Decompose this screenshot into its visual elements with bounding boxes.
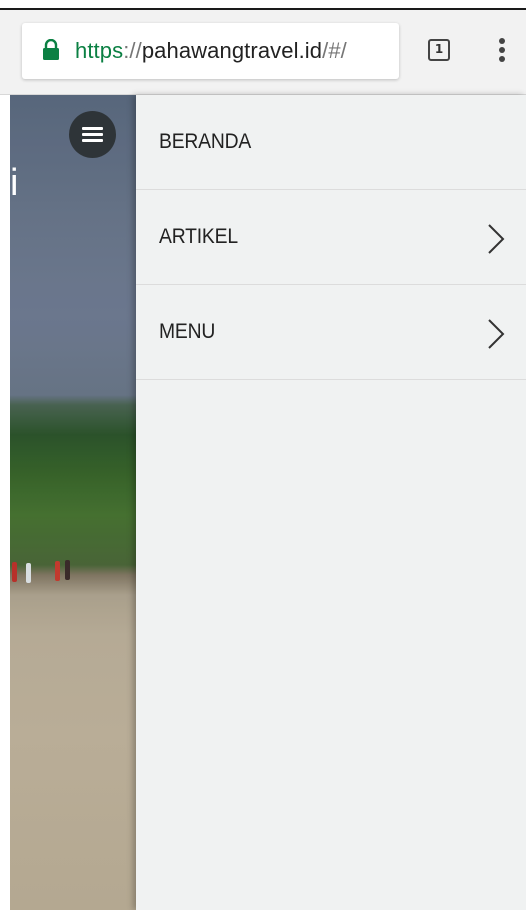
drawer-item-artikel[interactable]: ARTIKEL <box>136 190 526 285</box>
address-bar[interactable]: https://pahawangtravel.id/#/ <box>22 23 399 79</box>
url-path: /#/ <box>322 38 347 63</box>
drawer-item-beranda[interactable]: BERANDA <box>136 95 526 190</box>
tab-switcher-icon[interactable]: 1 <box>428 39 450 61</box>
page-edge <box>0 95 10 910</box>
side-drawer: BERANDA ARTIKEL MENU <box>136 95 526 910</box>
browser-toolbar: https://pahawangtravel.id/#/ 1 <box>0 10 526 95</box>
drawer-item-menu[interactable]: MENU <box>136 285 526 380</box>
url-scheme: https <box>75 38 124 63</box>
hero-background-image <box>10 95 137 910</box>
person-figure <box>55 561 60 581</box>
person-figure <box>12 562 17 582</box>
url-host: pahawangtravel.id <box>141 38 323 63</box>
drawer-item-label: MENU <box>159 320 216 343</box>
lock-icon[interactable] <box>42 39 60 61</box>
url-separator: :// <box>123 38 142 63</box>
url-text[interactable]: https://pahawangtravel.id/#/ <box>75 23 347 79</box>
hero-title-fragment: i <box>10 162 19 204</box>
person-figure <box>26 563 31 583</box>
chevron-right-icon[interactable] <box>486 318 506 350</box>
person-figure <box>65 560 70 580</box>
drawer-item-label: BERANDA <box>159 130 252 153</box>
hamburger-icon[interactable] <box>69 111 116 158</box>
drawer-item-label: ARTIKEL <box>159 225 238 248</box>
chevron-right-icon[interactable] <box>486 223 506 255</box>
overflow-menu-icon[interactable] <box>496 38 508 66</box>
